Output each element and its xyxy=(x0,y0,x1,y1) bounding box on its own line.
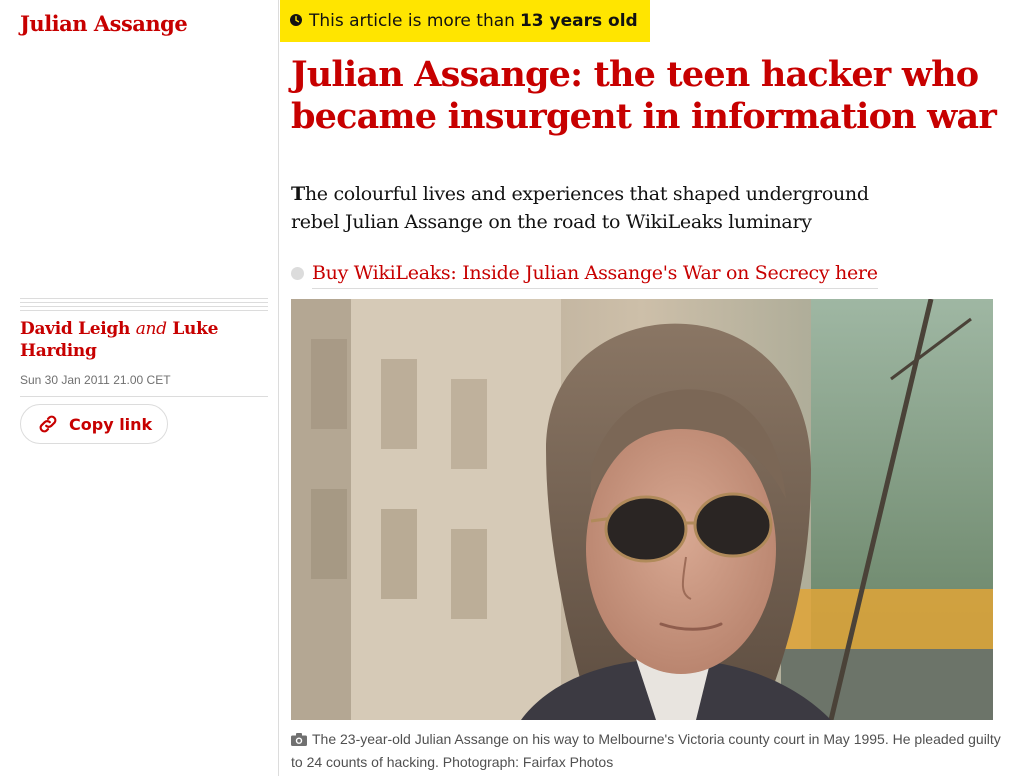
age-warning-age: 13 years old xyxy=(519,11,638,31)
age-warning-prefix: This article is more than xyxy=(309,11,515,31)
publication-date: Sun 30 Jan 2011 21.00 CET xyxy=(20,373,171,387)
copy-link-button[interactable]: Copy link xyxy=(20,404,168,444)
standfirst-first-letter: T xyxy=(291,183,305,205)
column-divider xyxy=(278,0,279,776)
article-age-warning: This article is more than 13 years old xyxy=(280,0,650,42)
photo-caption-text: The 23-year-old Julian Assange on his wa… xyxy=(291,731,1001,770)
article-standfirst: The colourful lives and experiences that… xyxy=(291,180,901,236)
link-icon xyxy=(39,415,57,433)
related-book-link[interactable]: Buy WikiLeaks: Inside Julian Assange's W… xyxy=(312,258,878,289)
bullet-icon xyxy=(291,267,304,280)
byline-joiner: and xyxy=(135,319,167,339)
clock-icon xyxy=(290,11,302,31)
camera-icon xyxy=(291,731,307,752)
photo-illustration xyxy=(291,299,993,720)
photo-caption: The 23-year-old Julian Assange on his wa… xyxy=(291,729,1006,773)
article-headline: Julian Assange: the teen hacker who beca… xyxy=(291,54,997,137)
standfirst-text: he colourful lives and experiences that … xyxy=(291,183,869,233)
author-link-david-leigh[interactable]: David Leigh xyxy=(20,319,130,339)
related-link-item: Buy WikiLeaks: Inside Julian Assange's W… xyxy=(291,258,878,289)
copy-link-label: Copy link xyxy=(69,414,153,434)
article-sidebar: Julian Assange David Leigh and Luke Hard… xyxy=(0,0,278,776)
article-main-photo xyxy=(291,299,993,720)
section-label-link[interactable]: Julian Assange xyxy=(20,11,188,36)
byline: David Leigh and Luke Harding xyxy=(20,318,265,362)
sidebar-rules-divider xyxy=(20,298,268,314)
sidebar-divider xyxy=(20,396,268,397)
